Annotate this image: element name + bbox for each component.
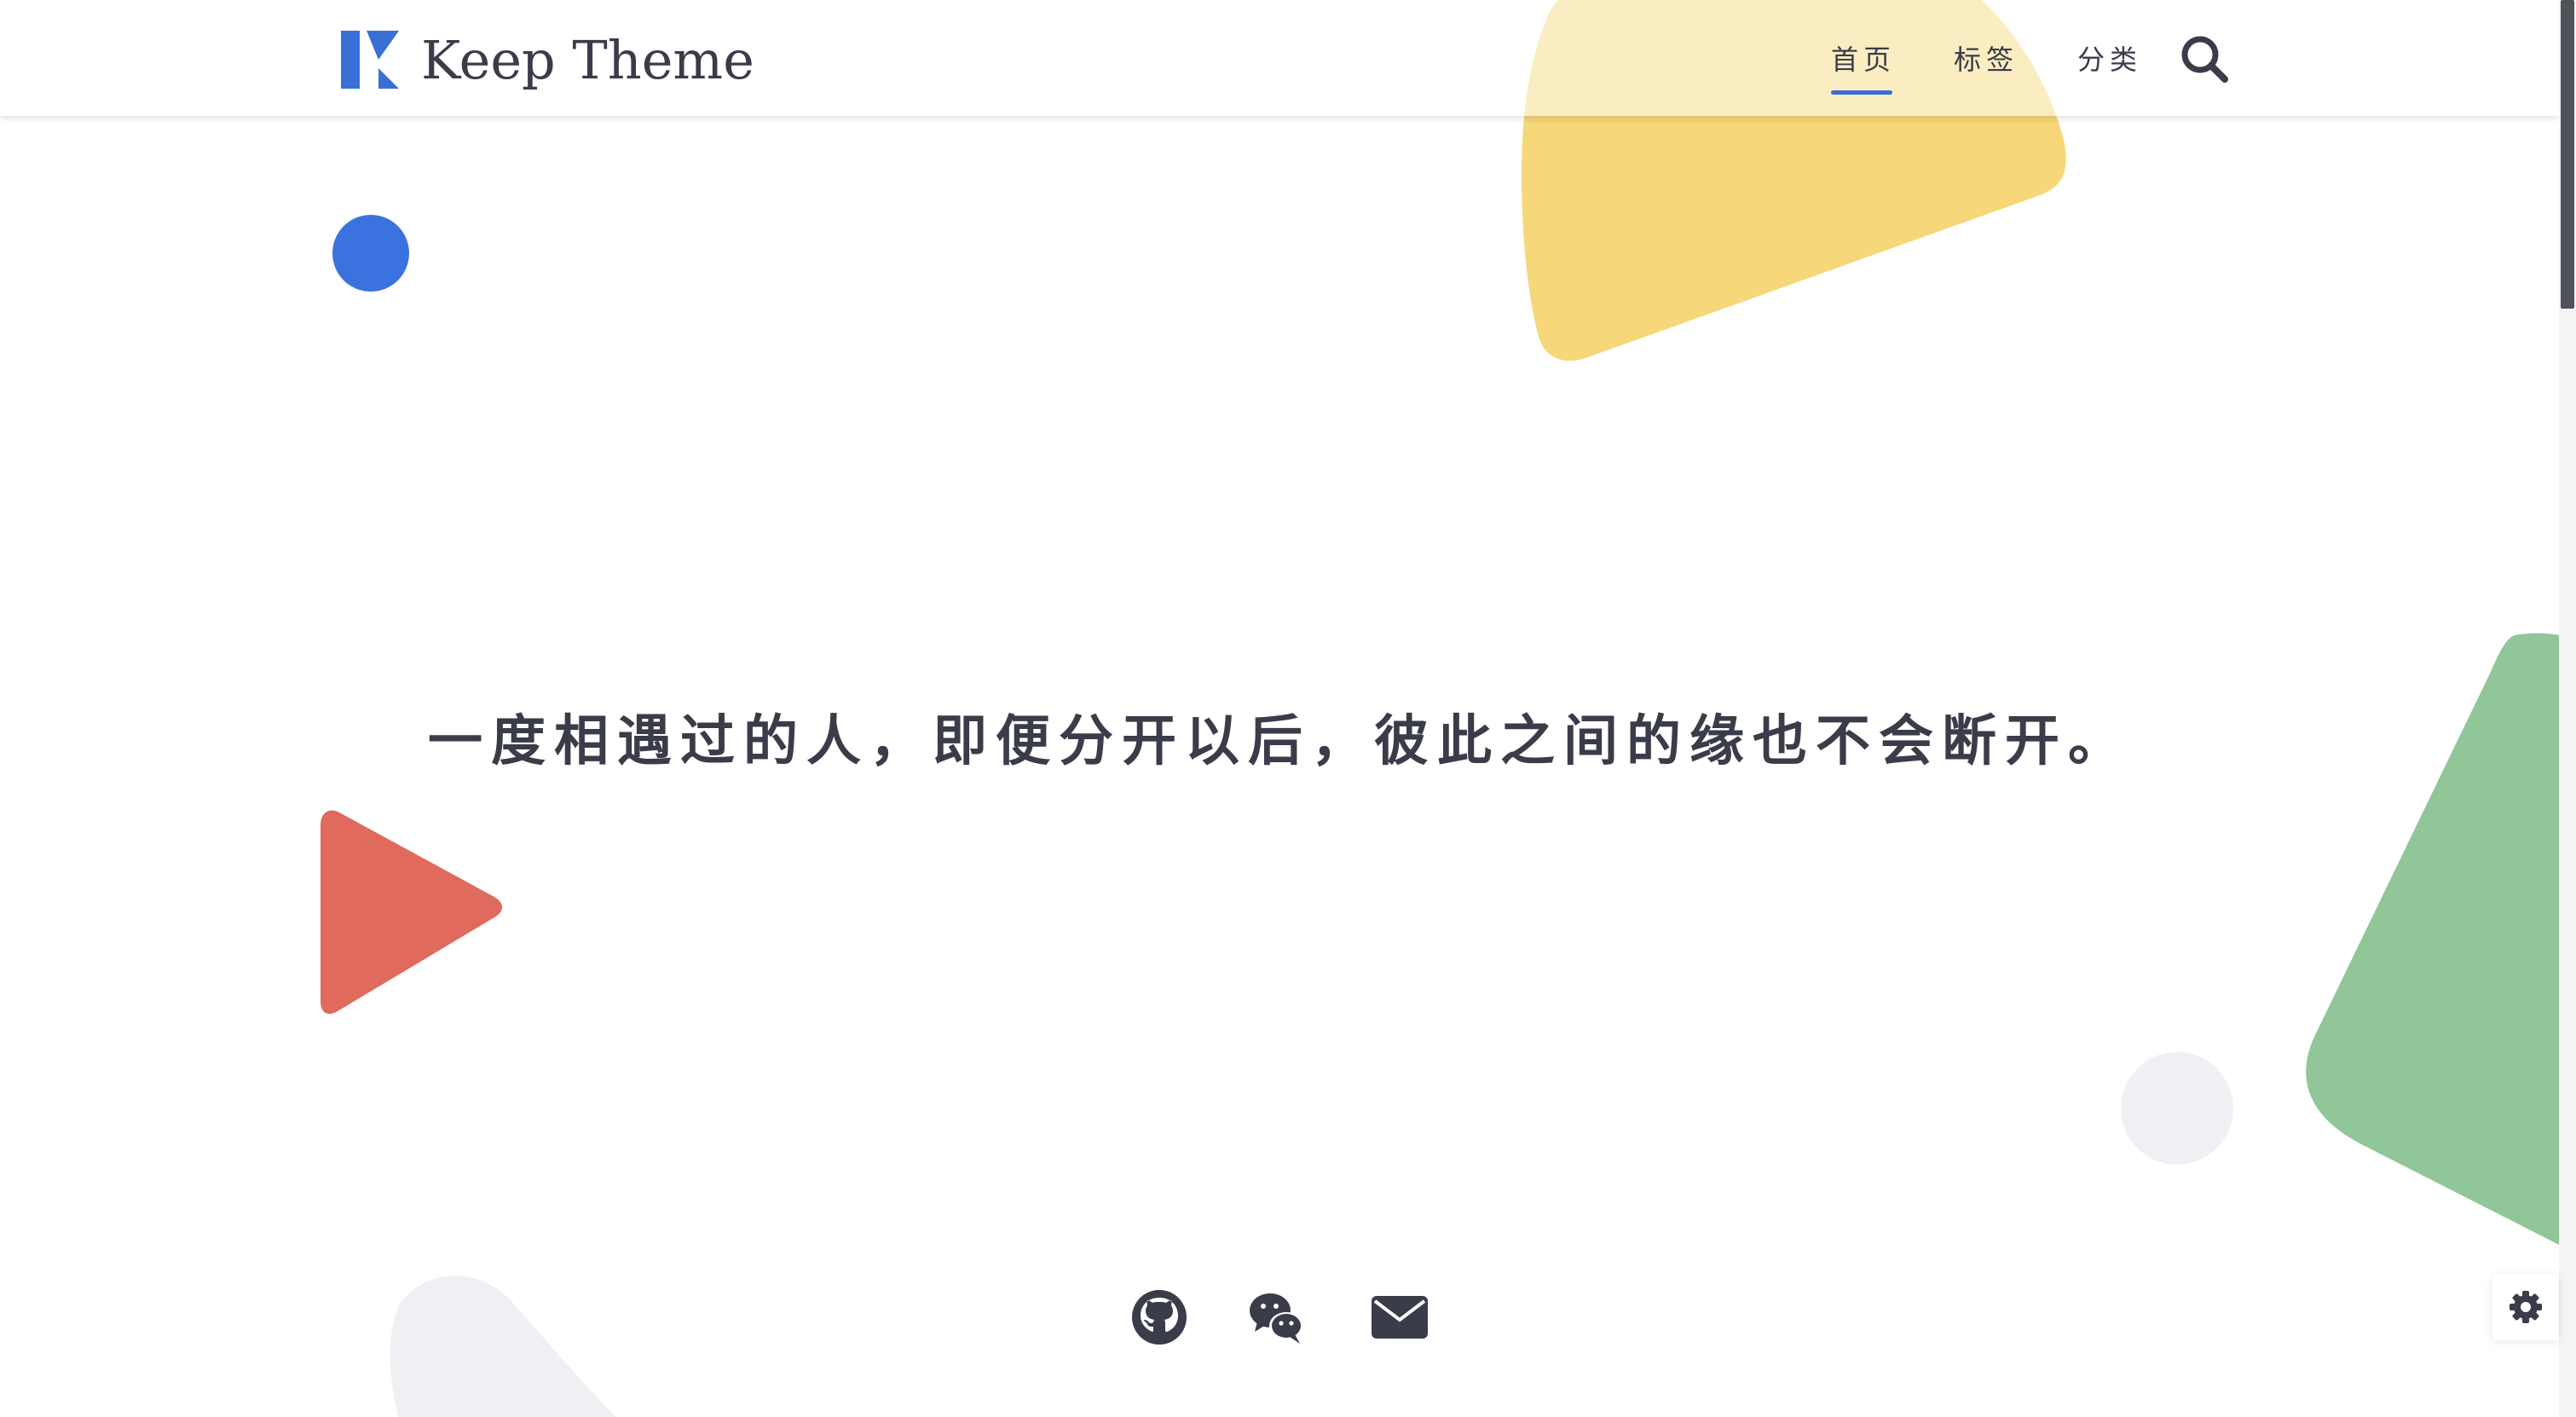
hero-quote: 一度相遇过的人，即便分开以后，彼此之间的缘也不会断开。 <box>428 709 2131 773</box>
site-title[interactable]: Keep Theme <box>421 22 754 99</box>
email-icon[interactable] <box>1370 1287 1430 1347</box>
gear-icon <box>2510 1291 2542 1323</box>
site-header: Keep Theme 首页 标签 分类 <box>0 0 2559 116</box>
scrollbar-thumb[interactable] <box>2561 0 2574 309</box>
nav-active-underline <box>1831 90 1892 95</box>
nav-item-home[interactable]: 首页 <box>1831 39 1896 80</box>
search-icon[interactable] <box>2178 32 2231 85</box>
keep-logo-icon[interactable] <box>339 29 401 90</box>
page: Keep Theme 首页 标签 分类 一度相遇过的人，即便分开以后，彼此之间的… <box>0 0 2576 1417</box>
wechat-icon[interactable] <box>1247 1287 1307 1347</box>
red-triangle-shape <box>321 810 502 1015</box>
blue-dot-shape <box>332 215 409 292</box>
nav-item-tags[interactable]: 标签 <box>1954 39 2019 80</box>
github-icon[interactable] <box>1129 1287 1189 1347</box>
settings-button[interactable] <box>2492 1274 2559 1340</box>
nav-item-categories[interactable]: 分类 <box>2077 39 2142 80</box>
grey-dot-shape <box>2121 1052 2233 1165</box>
grey-bar-shape <box>390 1275 616 1417</box>
